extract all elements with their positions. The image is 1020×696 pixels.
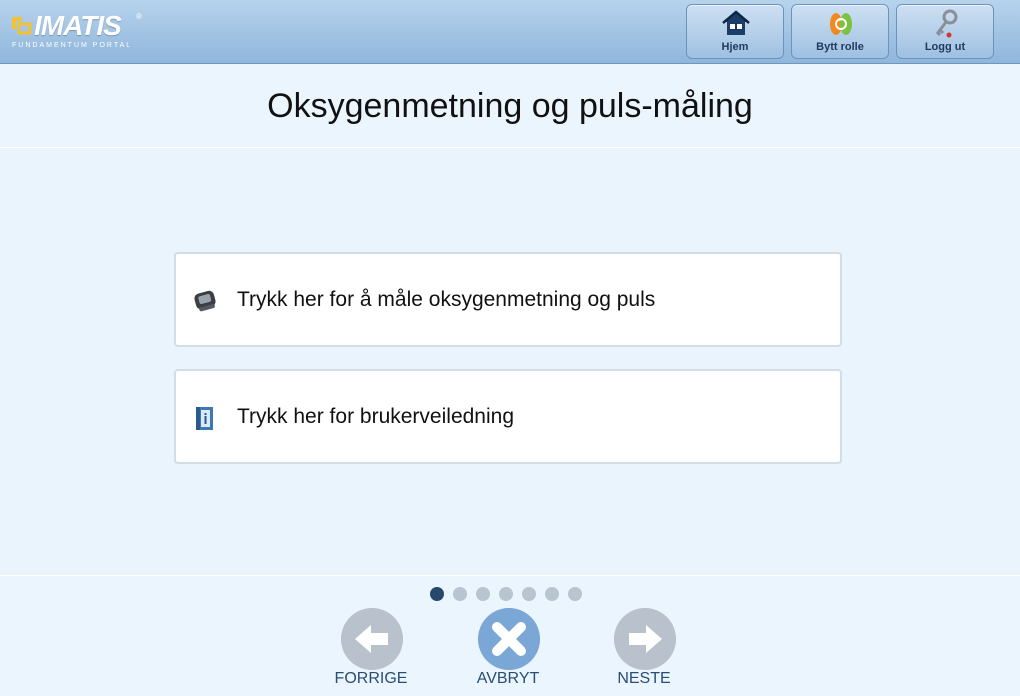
previous-label: FORRIGE xyxy=(334,670,408,687)
imatis-logo: IMATIS ® FUNDAMENTUM PORTAL xyxy=(10,10,150,54)
key-icon xyxy=(935,9,958,38)
measure-oxygen-pulse-option[interactable]: Trykk her for å måle oksygenmetning og p… xyxy=(174,252,842,347)
user-guide-option-label: Trykk her for brukerveiledning xyxy=(237,405,514,428)
switch-role-icon xyxy=(830,13,852,35)
pagination-dot xyxy=(568,587,582,601)
home-button-label: Hjem xyxy=(721,41,749,53)
pagination-dot xyxy=(499,587,513,601)
logout-button-label: Logg ut xyxy=(924,41,966,53)
top-bar: IMATIS ® FUNDAMENTUM PORTAL Hjem Bytt ro… xyxy=(0,0,1020,64)
next-button[interactable]: NESTE xyxy=(599,608,689,694)
logout-button[interactable]: Logg ut xyxy=(896,4,994,59)
switch-role-button[interactable]: Bytt rolle xyxy=(791,4,889,59)
logo-wordmark: IMATIS xyxy=(34,10,122,41)
user-guide-option[interactable]: Trykk her for brukerveiledning xyxy=(174,369,842,464)
arrow-left-icon xyxy=(341,608,403,670)
logo-subtitle: FUNDAMENTUM PORTAL xyxy=(12,42,133,49)
logo-mark-icon xyxy=(12,17,32,35)
user-guide-icon xyxy=(196,407,213,430)
logo-registered: ® xyxy=(136,12,142,21)
arrow-right-icon xyxy=(614,608,676,670)
cancel-label: AVBRYT xyxy=(476,670,540,687)
close-icon xyxy=(478,608,540,670)
title-band: Oksygenmetning og puls-måling xyxy=(0,65,1020,148)
pagination-dot xyxy=(476,587,490,601)
pagination-dot xyxy=(522,587,536,601)
measure-option-label: Trykk her for å måle oksygenmetning og p… xyxy=(237,288,656,311)
cancel-button[interactable]: AVBRYT xyxy=(463,608,553,694)
previous-button[interactable]: FORRIGE xyxy=(326,608,416,694)
pagination-dot xyxy=(453,587,467,601)
home-icon xyxy=(722,10,750,35)
next-label: NESTE xyxy=(617,670,671,687)
page-title: Oksygenmetning og puls-måling xyxy=(267,87,753,125)
home-button[interactable]: Hjem xyxy=(686,4,784,59)
switch-role-button-label: Bytt rolle xyxy=(816,41,864,53)
pagination-dot xyxy=(545,587,559,601)
pagination-dot xyxy=(430,587,444,601)
pulse-oximeter-icon xyxy=(194,290,216,312)
